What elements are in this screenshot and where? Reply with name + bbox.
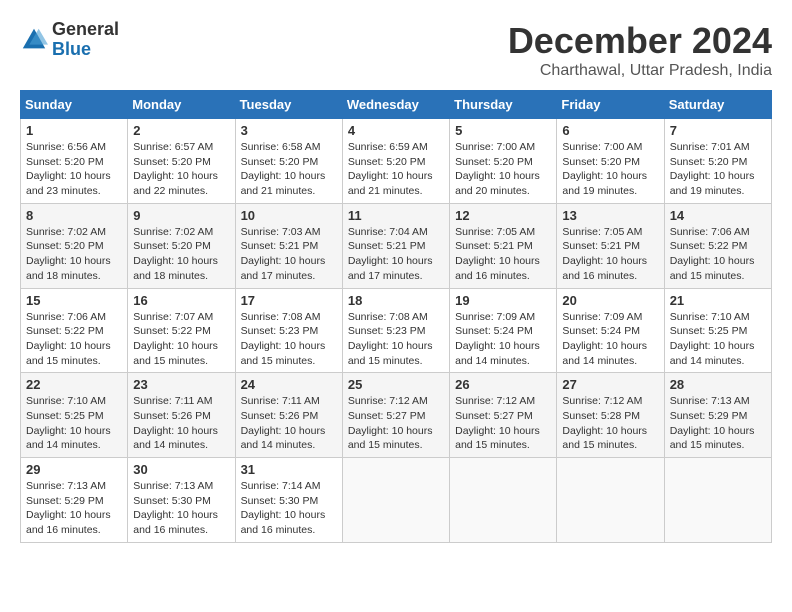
week-row-2: 8Sunrise: 7:02 AMSunset: 5:20 PMDaylight… — [21, 203, 772, 288]
header-friday: Friday — [557, 91, 664, 119]
day-cell-5: 5Sunrise: 7:00 AMSunset: 5:20 PMDaylight… — [450, 119, 557, 204]
day-cell-21: 21Sunrise: 7:10 AMSunset: 5:25 PMDayligh… — [664, 288, 771, 373]
title-block: December 2024 Charthawal, Uttar Pradesh,… — [508, 20, 772, 80]
day-cell-empty — [450, 458, 557, 543]
month-title: December 2024 — [508, 20, 772, 62]
logo-blue: Blue — [52, 39, 91, 59]
day-cell-29: 29Sunrise: 7:13 AMSunset: 5:29 PMDayligh… — [21, 458, 128, 543]
calendar-table: Sunday Monday Tuesday Wednesday Thursday… — [20, 90, 772, 543]
day-cell-18: 18Sunrise: 7:08 AMSunset: 5:23 PMDayligh… — [342, 288, 449, 373]
day-cell-27: 27Sunrise: 7:12 AMSunset: 5:28 PMDayligh… — [557, 373, 664, 458]
page-header: General Blue December 2024 Charthawal, U… — [20, 20, 772, 80]
header-saturday: Saturday — [664, 91, 771, 119]
week-row-4: 22Sunrise: 7:10 AMSunset: 5:25 PMDayligh… — [21, 373, 772, 458]
header-tuesday: Tuesday — [235, 91, 342, 119]
day-cell-17: 17Sunrise: 7:08 AMSunset: 5:23 PMDayligh… — [235, 288, 342, 373]
logo: General Blue — [20, 20, 119, 60]
logo-icon — [20, 26, 48, 54]
day-cell-1: 1Sunrise: 6:56 AMSunset: 5:20 PMDaylight… — [21, 119, 128, 204]
day-cell-15: 15Sunrise: 7:06 AMSunset: 5:22 PMDayligh… — [21, 288, 128, 373]
day-cell-empty — [342, 458, 449, 543]
day-cell-28: 28Sunrise: 7:13 AMSunset: 5:29 PMDayligh… — [664, 373, 771, 458]
day-cell-3: 3Sunrise: 6:58 AMSunset: 5:20 PMDaylight… — [235, 119, 342, 204]
header-wednesday: Wednesday — [342, 91, 449, 119]
day-cell-22: 22Sunrise: 7:10 AMSunset: 5:25 PMDayligh… — [21, 373, 128, 458]
week-row-1: 1Sunrise: 6:56 AMSunset: 5:20 PMDaylight… — [21, 119, 772, 204]
day-cell-13: 13Sunrise: 7:05 AMSunset: 5:21 PMDayligh… — [557, 203, 664, 288]
day-cell-14: 14Sunrise: 7:06 AMSunset: 5:22 PMDayligh… — [664, 203, 771, 288]
day-cell-4: 4Sunrise: 6:59 AMSunset: 5:20 PMDaylight… — [342, 119, 449, 204]
day-cell-26: 26Sunrise: 7:12 AMSunset: 5:27 PMDayligh… — [450, 373, 557, 458]
day-cell-10: 10Sunrise: 7:03 AMSunset: 5:21 PMDayligh… — [235, 203, 342, 288]
day-cell-empty — [557, 458, 664, 543]
day-cell-2: 2Sunrise: 6:57 AMSunset: 5:20 PMDaylight… — [128, 119, 235, 204]
header-sunday: Sunday — [21, 91, 128, 119]
day-cell-25: 25Sunrise: 7:12 AMSunset: 5:27 PMDayligh… — [342, 373, 449, 458]
day-cell-8: 8Sunrise: 7:02 AMSunset: 5:20 PMDaylight… — [21, 203, 128, 288]
day-cell-12: 12Sunrise: 7:05 AMSunset: 5:21 PMDayligh… — [450, 203, 557, 288]
day-cell-23: 23Sunrise: 7:11 AMSunset: 5:26 PMDayligh… — [128, 373, 235, 458]
day-cell-7: 7Sunrise: 7:01 AMSunset: 5:20 PMDaylight… — [664, 119, 771, 204]
day-cell-30: 30Sunrise: 7:13 AMSunset: 5:30 PMDayligh… — [128, 458, 235, 543]
logo-text: General Blue — [52, 20, 119, 60]
day-cell-16: 16Sunrise: 7:07 AMSunset: 5:22 PMDayligh… — [128, 288, 235, 373]
day-cell-9: 9Sunrise: 7:02 AMSunset: 5:20 PMDaylight… — [128, 203, 235, 288]
day-cell-empty — [664, 458, 771, 543]
logo-general: General — [52, 19, 119, 39]
day-cell-11: 11Sunrise: 7:04 AMSunset: 5:21 PMDayligh… — [342, 203, 449, 288]
week-row-5: 29Sunrise: 7:13 AMSunset: 5:29 PMDayligh… — [21, 458, 772, 543]
header-row: Sunday Monday Tuesday Wednesday Thursday… — [21, 91, 772, 119]
day-cell-20: 20Sunrise: 7:09 AMSunset: 5:24 PMDayligh… — [557, 288, 664, 373]
day-cell-24: 24Sunrise: 7:11 AMSunset: 5:26 PMDayligh… — [235, 373, 342, 458]
day-cell-6: 6Sunrise: 7:00 AMSunset: 5:20 PMDaylight… — [557, 119, 664, 204]
day-cell-19: 19Sunrise: 7:09 AMSunset: 5:24 PMDayligh… — [450, 288, 557, 373]
header-thursday: Thursday — [450, 91, 557, 119]
week-row-3: 15Sunrise: 7:06 AMSunset: 5:22 PMDayligh… — [21, 288, 772, 373]
day-cell-31: 31Sunrise: 7:14 AMSunset: 5:30 PMDayligh… — [235, 458, 342, 543]
location: Charthawal, Uttar Pradesh, India — [508, 62, 772, 80]
header-monday: Monday — [128, 91, 235, 119]
